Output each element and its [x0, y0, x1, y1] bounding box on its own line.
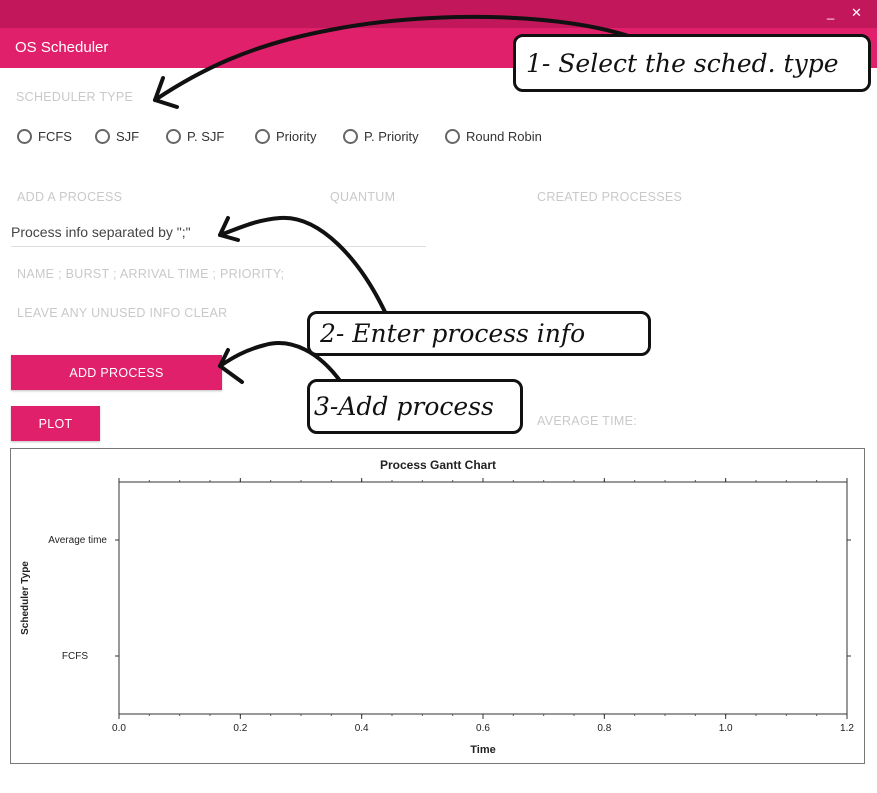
arrow-2	[218, 215, 387, 314]
callout-select-scheduler: 1- Select the sched. type	[513, 34, 871, 92]
app-window: _ ✕ OS Scheduler SCHEDULER TYPE FCFS SJF…	[0, 0, 877, 793]
callout-add-process: 3-Add process	[307, 379, 523, 434]
callout-enter-process: 2- Enter process info	[307, 311, 651, 356]
